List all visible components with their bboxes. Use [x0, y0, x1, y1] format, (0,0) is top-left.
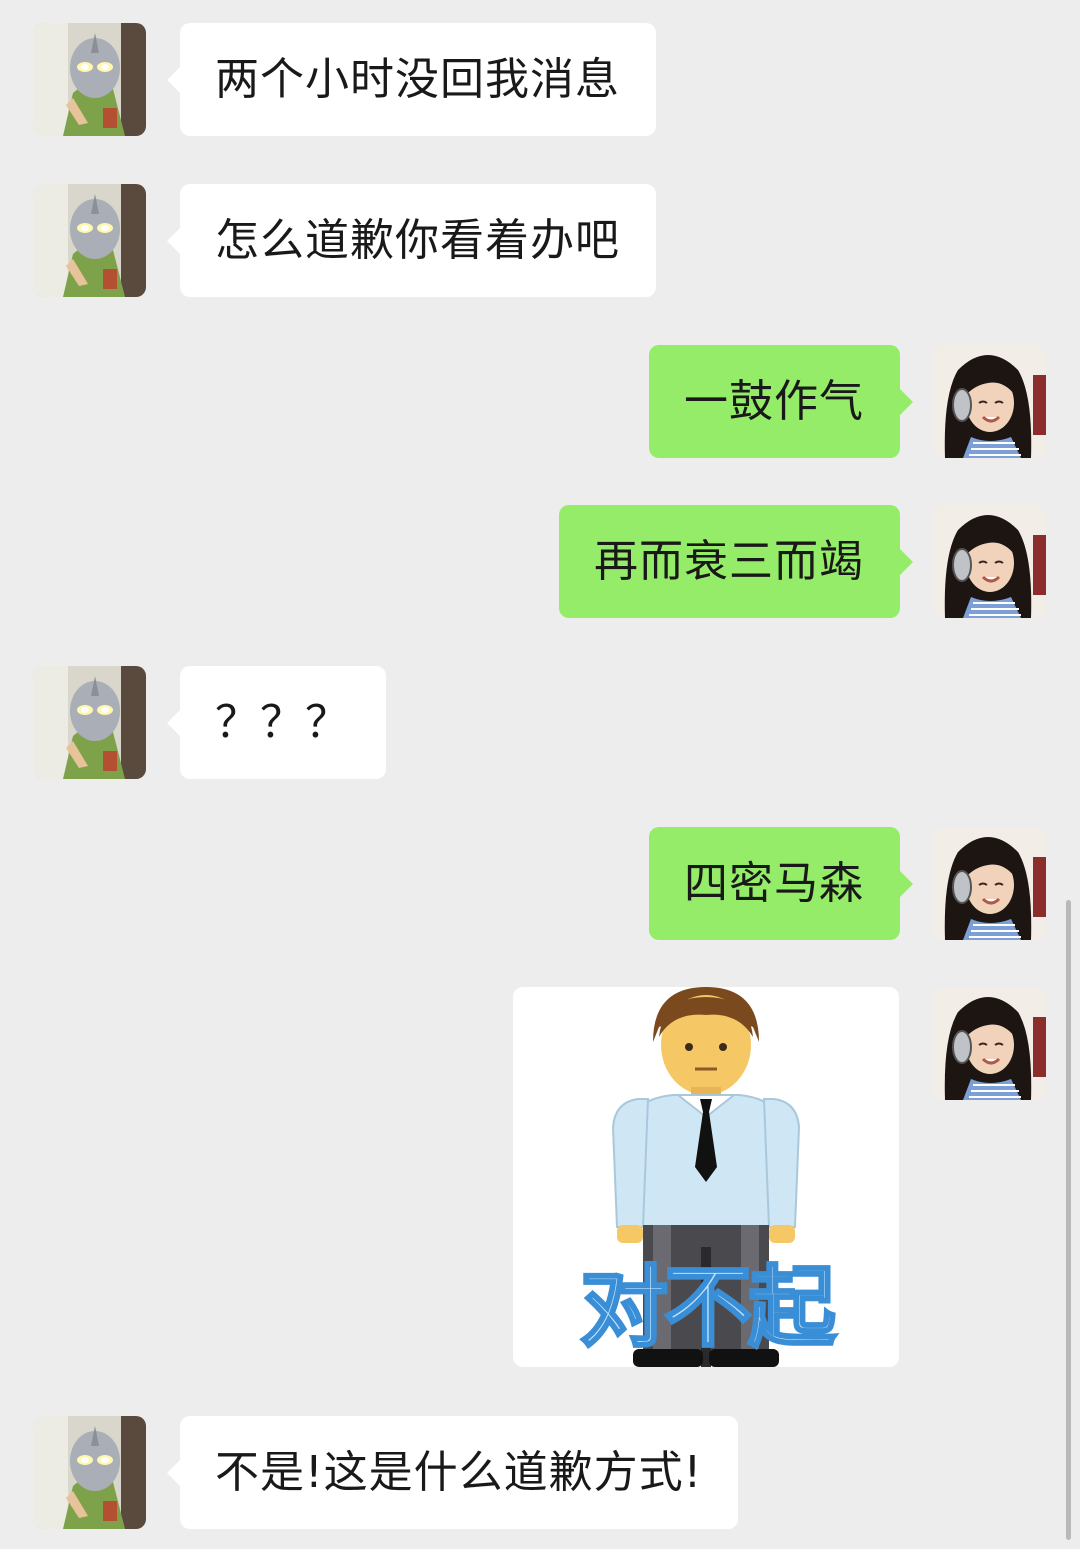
incoming-message[interactable]: 两个小时没回我消息 [167, 23, 656, 136]
message-text: 四密马森 [684, 858, 864, 909]
incoming-message[interactable]: 怎么道歉你看着办吧 [167, 184, 656, 297]
girl-with-headphones-avatar-icon [933, 987, 1046, 1100]
message-text: 不是!这是什么道歉方式! [215, 1447, 703, 1498]
outgoing-message[interactable]: 四密马森 [649, 827, 913, 940]
message-text: 怎么道歉你看着办吧 [215, 215, 620, 266]
girl-with-headphones-avatar-icon [933, 827, 1046, 940]
outgoing-message[interactable]: 再而衰三而竭 [559, 505, 913, 618]
message-text: 一鼓作气 [684, 376, 864, 427]
incoming-message[interactable]: 不是!这是什么道歉方式! [166, 1416, 739, 1529]
masked-figure-avatar-icon [33, 23, 146, 136]
outgoing-message[interactable]: 一鼓作气 [649, 345, 913, 458]
contact-avatar[interactable] [33, 666, 146, 779]
message-text: ？？？ [215, 697, 350, 748]
incoming-message[interactable]: ？？？ [167, 666, 386, 779]
message-text: 两个小时没回我消息 [215, 54, 620, 105]
contact-avatar[interactable] [33, 23, 146, 136]
sticker-caption: 对不起 [578, 1255, 837, 1361]
girl-with-headphones-avatar-icon [933, 505, 1046, 618]
girl-with-headphones-avatar-icon [933, 345, 1046, 458]
scrollbar[interactable] [1066, 900, 1071, 1540]
masked-figure-avatar-icon [33, 1416, 146, 1529]
contact-avatar[interactable] [33, 184, 146, 297]
chat-window: 两个小时没回我消息 怎么道歉你看着办吧 一鼓作气 再而衰三而竭 ？？？ 四密马森 [0, 0, 1080, 1549]
sticker-message[interactable]: 对不起 [513, 987, 899, 1367]
masked-figure-avatar-icon [33, 666, 146, 779]
self-avatar[interactable] [933, 505, 1046, 618]
self-avatar[interactable] [933, 345, 1046, 458]
message-text: 再而衰三而竭 [594, 536, 864, 587]
contact-avatar[interactable] [33, 1416, 146, 1529]
self-avatar[interactable] [933, 987, 1046, 1100]
masked-figure-avatar-icon [33, 184, 146, 297]
self-avatar[interactable] [933, 827, 1046, 940]
